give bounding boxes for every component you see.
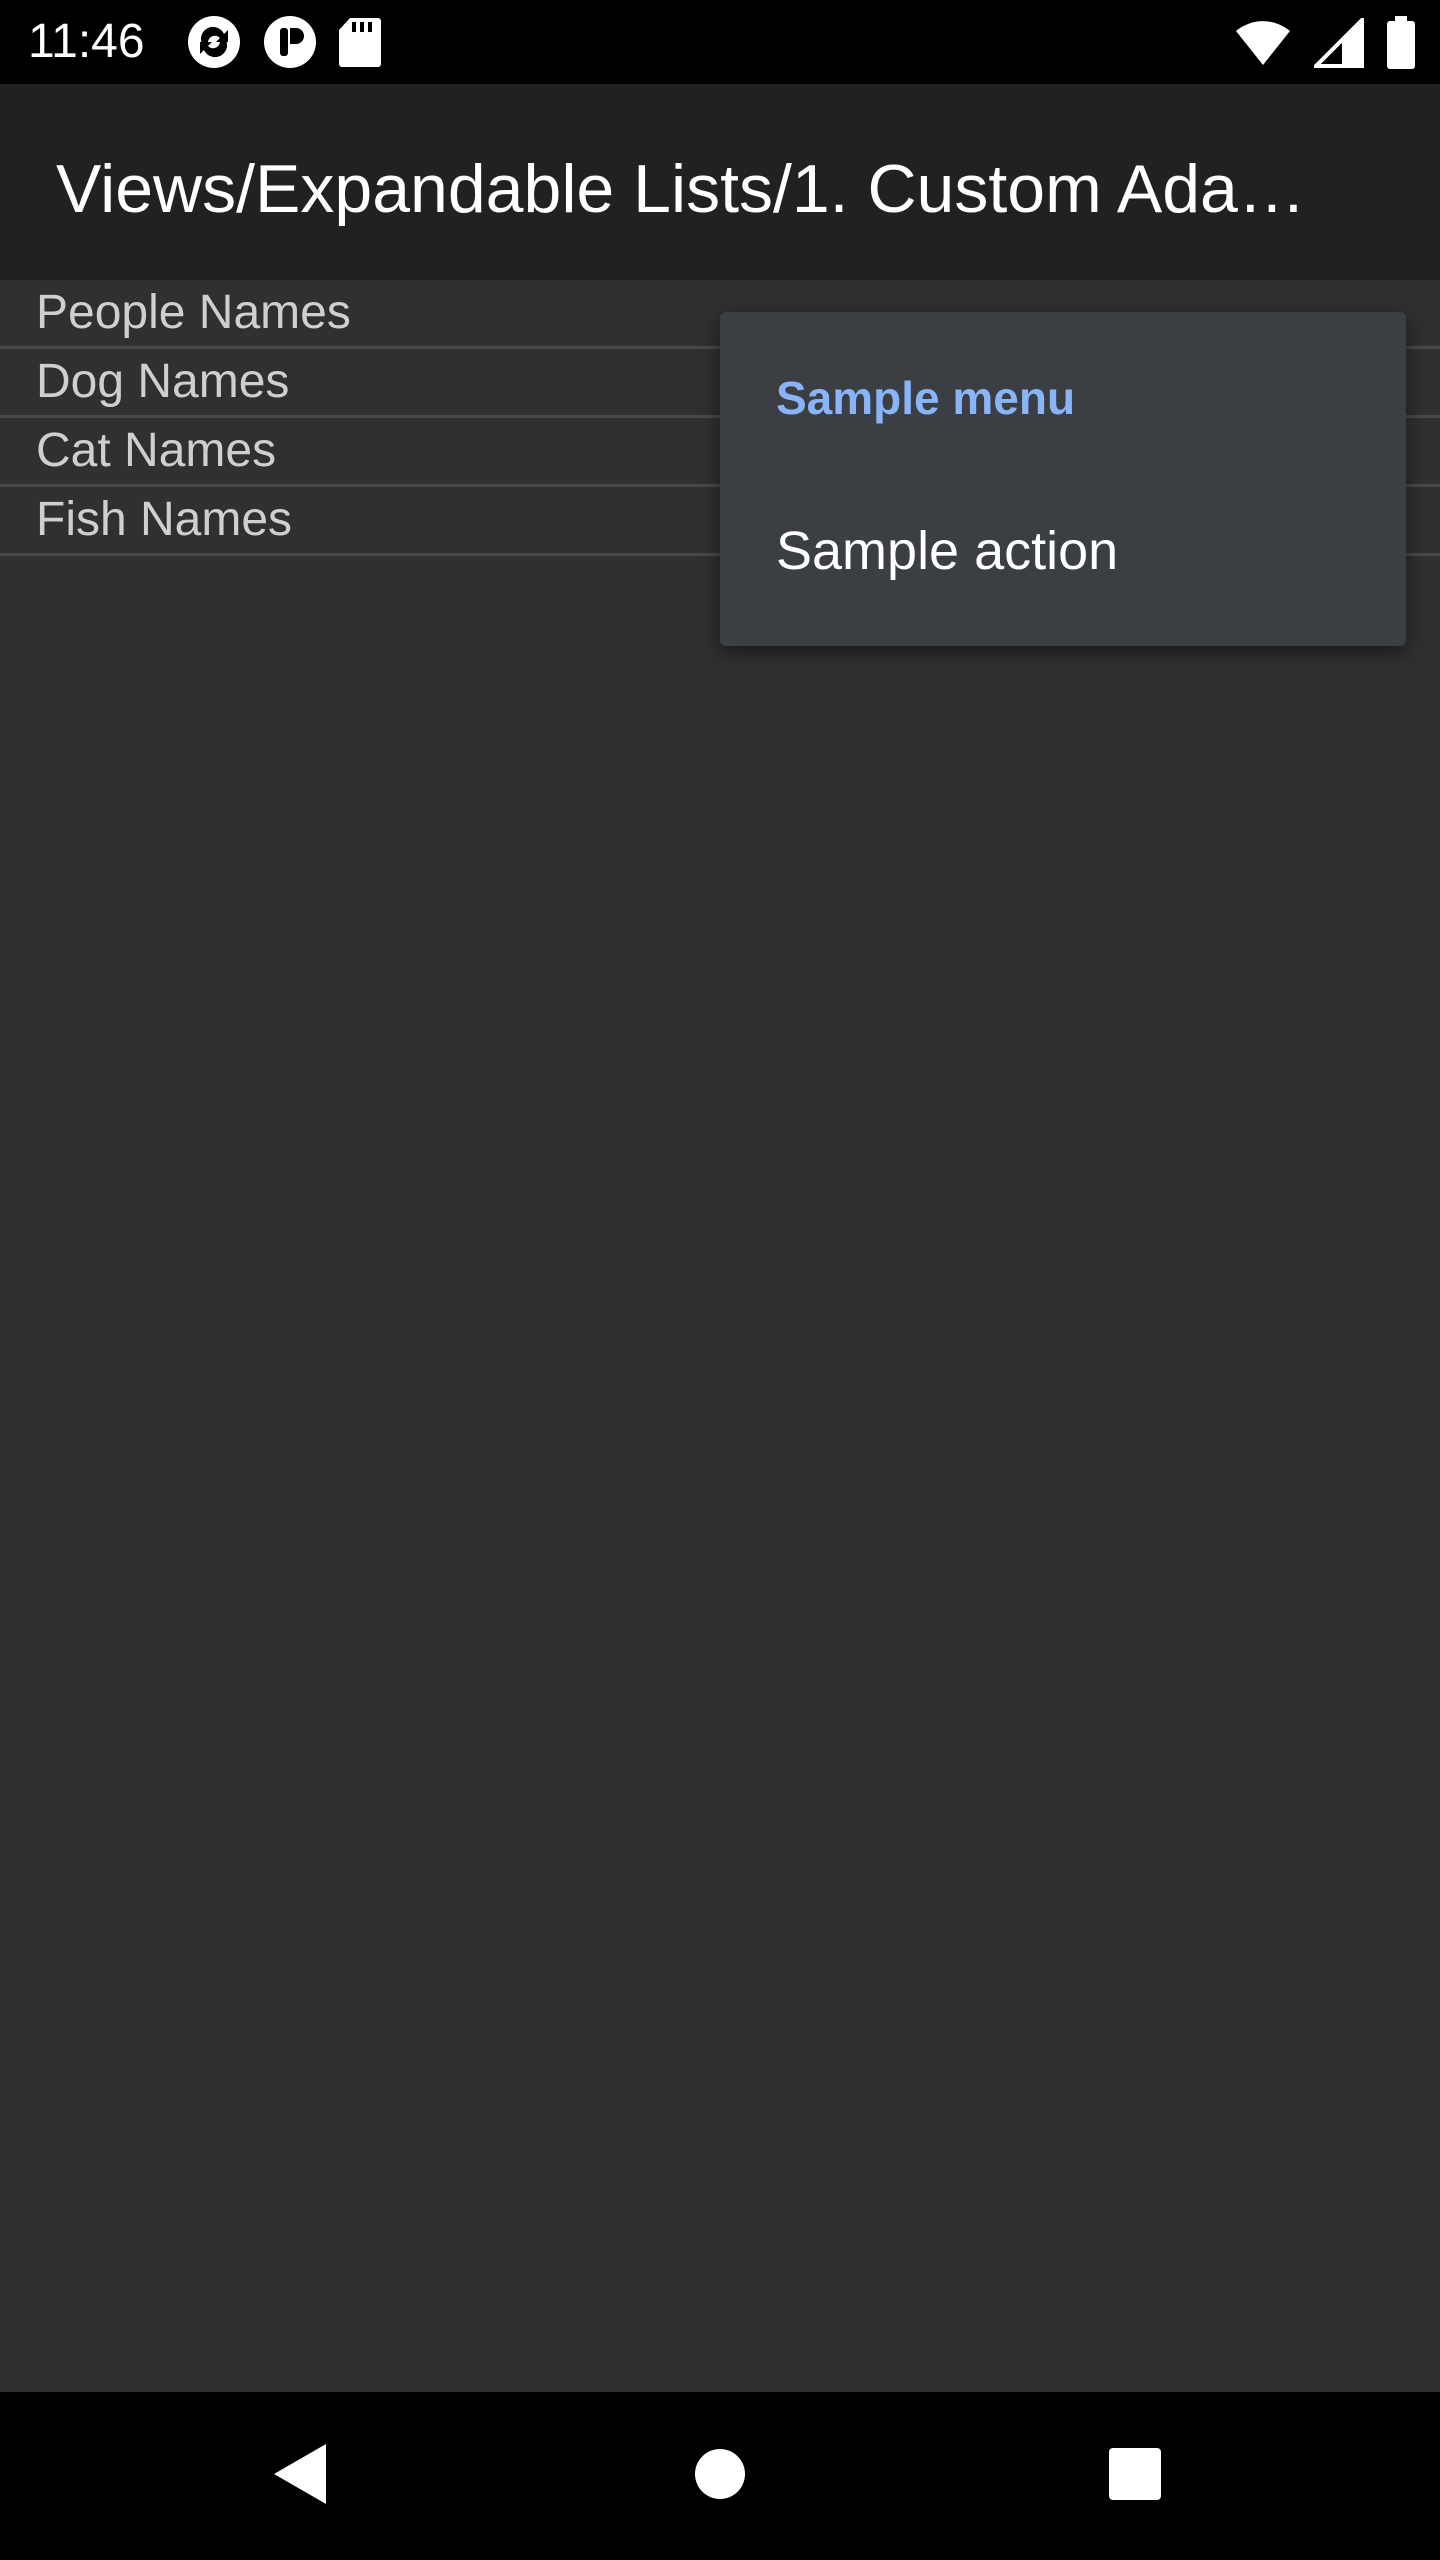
back-button[interactable]: [250, 2426, 350, 2526]
status-icons-right: [1234, 15, 1416, 75]
wifi-icon: [1234, 19, 1292, 72]
back-icon: [272, 2442, 328, 2511]
status-time: 11:46: [28, 15, 145, 68]
app-notification-icon: [262, 14, 318, 75]
page-title: Views/Expandable Lists/1. Custom Ada…: [56, 151, 1306, 227]
menu-header: Sample menu: [776, 372, 1076, 424]
screen: 11:46 Views/Expandable Lists/1. Custom A…: [0, 0, 1440, 2560]
home-icon: [694, 2448, 746, 2505]
list-item-label: Cat Names: [36, 424, 277, 477]
popup-menu: Sample menu Sample action: [720, 312, 1406, 646]
recents-icon: [1108, 2447, 1162, 2506]
menu-item-label: Sample action: [776, 521, 1119, 581]
status-icons-left: [186, 14, 382, 75]
list-item-label: Fish Names: [36, 493, 293, 546]
list-item-label: People Names: [36, 286, 351, 339]
menu-item-sample-action[interactable]: Sample action: [720, 488, 1406, 608]
sd-card-icon: [338, 16, 382, 73]
app-bar: Views/Expandable Lists/1. Custom Ada…: [0, 84, 1440, 280]
list-item-label: Dog Names: [36, 355, 290, 408]
sync-icon: [186, 14, 242, 75]
cellular-signal-icon: [1311, 15, 1364, 73]
status-bar: 11:46: [0, 0, 1440, 84]
home-button[interactable]: [670, 2426, 770, 2526]
recents-button[interactable]: [1085, 2426, 1185, 2526]
battery-icon: [1386, 16, 1416, 75]
nav-bar: [0, 2392, 1440, 2560]
